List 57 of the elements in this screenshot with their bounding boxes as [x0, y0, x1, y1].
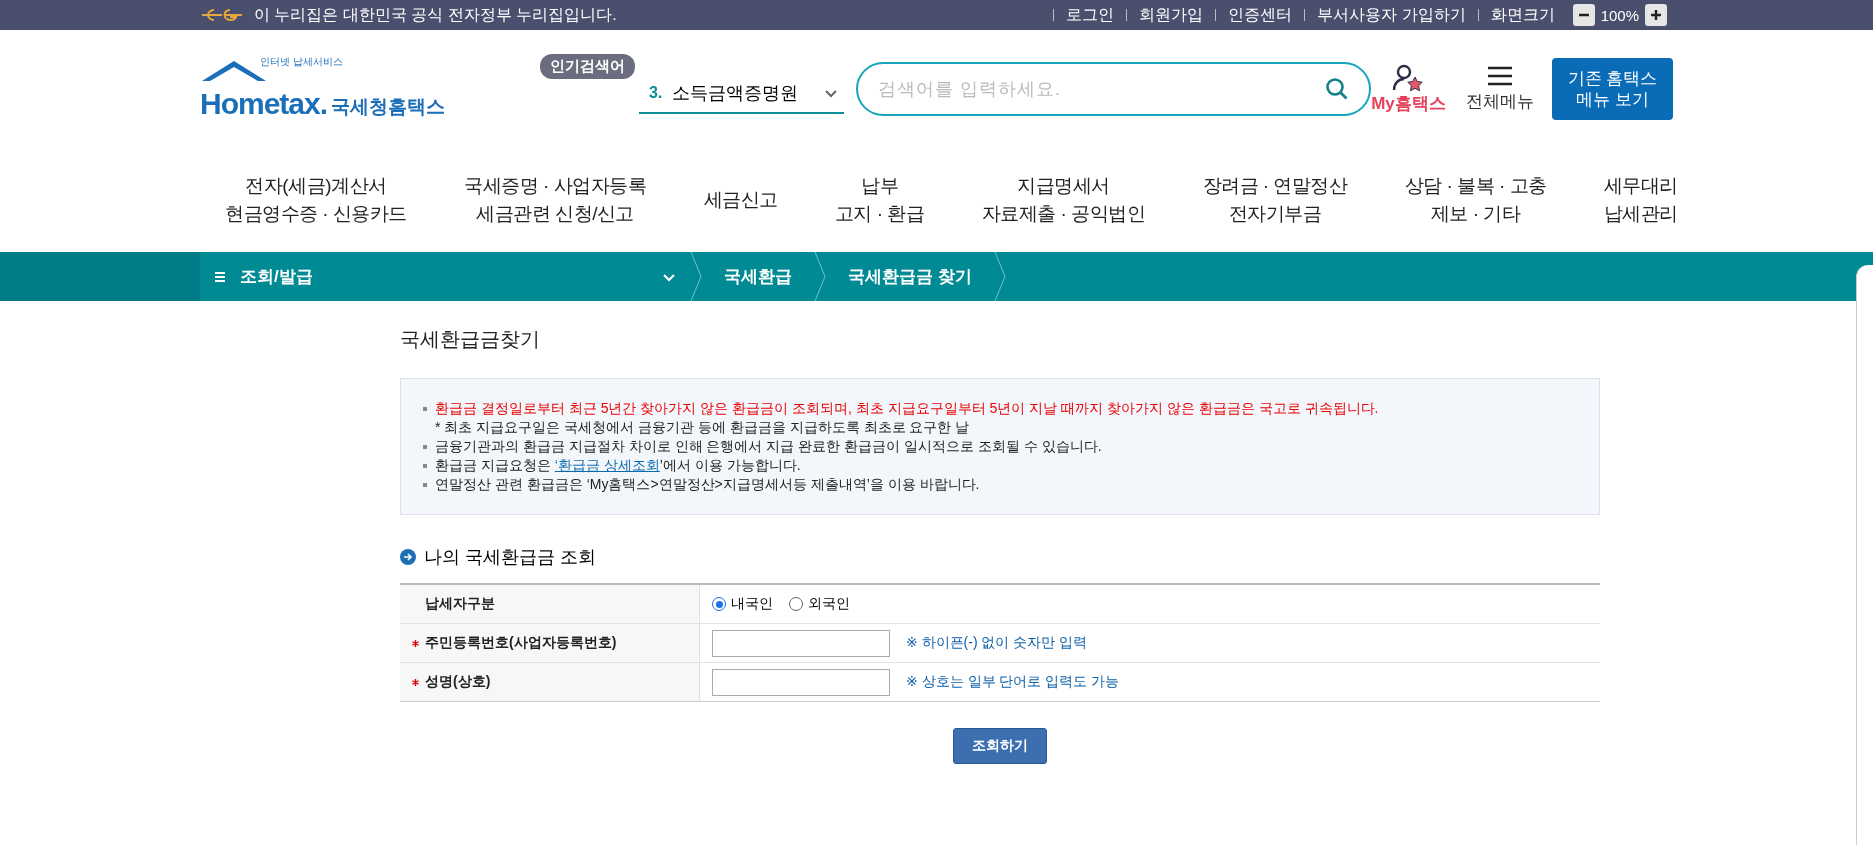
notice-text: 금융기관과의 환급금 지급절차 차이로 인해 은행에서 지급 완료한 환급금이 일시적으로 조회될 수 있습니다.: [435, 437, 1102, 456]
input-hint: ※ 하이픈(-) 없이 숫자만 입력: [906, 634, 1088, 652]
nav-menu-item[interactable]: 세무대리 납세관리: [1603, 172, 1678, 228]
top-link[interactable]: 회원가입: [1139, 4, 1204, 26]
eg-logo-icon: [200, 7, 244, 23]
search-field[interactable]: 검색어를 입력하세요.: [856, 62, 1372, 116]
breadcrumb-separator-icon: [993, 252, 1006, 301]
top-link[interactable]: 부서사용자 가입하기: [1317, 4, 1466, 26]
search-submit-button[interactable]: 조회하기: [953, 728, 1047, 764]
input-field[interactable]: [712, 629, 890, 657]
notice-text: 환급금 지급요청은 ‘환급금 상세조회’에서 이용 가능합니다.: [435, 456, 801, 475]
form-label: 납세자구분: [425, 595, 495, 613]
user-star-icon[interactable]: [1392, 63, 1425, 92]
logo-name: 국세청홈택스: [331, 97, 446, 116]
arrow-circle-icon: [400, 549, 416, 565]
my-hometax-link[interactable]: My홈택스: [1371, 91, 1446, 115]
menu-icon: [214, 270, 226, 283]
input-hint: ※ 상호는 일부 단어로 입력도 가능: [906, 673, 1120, 691]
zoom-out-button[interactable]: [1572, 4, 1595, 26]
form-label: 성명(상호): [425, 673, 491, 691]
notice-text: 연말정산 관련 환급금은 ‘My홈택스>연말정산>지급명세서등 제출내역’을 이용 바랍니다.: [435, 475, 980, 494]
notice-text: * 최초 지급요구일은 국세청에서 금융기관 등에 환급금을 지급하도록 최초로 요구한 날: [435, 418, 970, 437]
plus-icon: [1650, 9, 1662, 21]
nav-menu-item[interactable]: 지급명세서 자료제출 · 공익법인: [981, 172, 1146, 228]
screen-size-label[interactable]: 화면크기: [1490, 4, 1555, 26]
search-icon[interactable]: [1325, 77, 1350, 101]
breadcrumb-separator-icon: [814, 252, 826, 301]
top-link[interactable]: 인증센터: [1228, 4, 1293, 26]
logo-wordmark: Hometax.: [200, 89, 328, 119]
form-label: 주민등록번호(사업자등록번호): [425, 634, 617, 652]
nav-menu-item[interactable]: 세금신고: [703, 186, 778, 214]
nav-menu-item[interactable]: 국세증명 · 사업자등록 세금관련 신청/신고: [464, 172, 647, 228]
nav-menu-item[interactable]: 납부 고지 · 환급: [834, 172, 925, 228]
zoom-in-button[interactable]: [1645, 4, 1667, 26]
all-menu-link[interactable]: 전체메뉴: [1465, 89, 1534, 113]
notice-text: 환급금 결정일로부터 최근 5년간 찾아가지 않은 환급금이 조회되며, 최초 지급요구일부터 5년이 지날 때까지 찾아가지 않은 환급금은 국고로 귀속됩니다.: [435, 399, 1379, 418]
category-menu-button[interactable]: 조회/발급: [200, 252, 690, 301]
refund-detail-link[interactable]: ‘환급금 상세조회: [554, 457, 660, 473]
menu-icon[interactable]: [1486, 65, 1513, 86]
input-field[interactable]: [712, 668, 890, 696]
page-title: 국세환급금찾기: [400, 327, 541, 352]
breadcrumb-link[interactable]: 국세환급: [702, 265, 814, 288]
logo-tagline: 인터넷 납세서비스: [260, 55, 343, 69]
radio-option[interactable]: 내국인: [712, 595, 773, 613]
nav-menu-item[interactable]: 전자(세금)계산서 현금영수증 · 신용카드: [225, 172, 407, 228]
popular-search-select[interactable]: 3. 소득금액증명원: [638, 74, 845, 114]
nav-menu-item[interactable]: 상담 · 불복 · 고충 제보 · 기타: [1404, 172, 1547, 228]
top-link[interactable]: 로그인: [1066, 4, 1115, 26]
zoom-level: 100%: [1600, 6, 1639, 24]
legacy-menu-button[interactable]: 기존 홈택스 메뉴 보기: [1551, 58, 1673, 120]
nav-menu-item[interactable]: 장려금 · 연말정산 전자기부금: [1202, 172, 1348, 228]
breadcrumb-link[interactable]: 국세환급금 찾기: [826, 265, 994, 288]
government-site-notice: 이 누리집은 대한민국 공식 전자정부 누리집입니다.: [254, 4, 617, 25]
breadcrumb-separator-icon: [690, 252, 702, 301]
popular-search-badge: 인기검색어: [539, 54, 635, 79]
section-title: 나의 국세환급금 조회: [424, 546, 596, 569]
radio-option[interactable]: 외국인: [789, 595, 850, 613]
